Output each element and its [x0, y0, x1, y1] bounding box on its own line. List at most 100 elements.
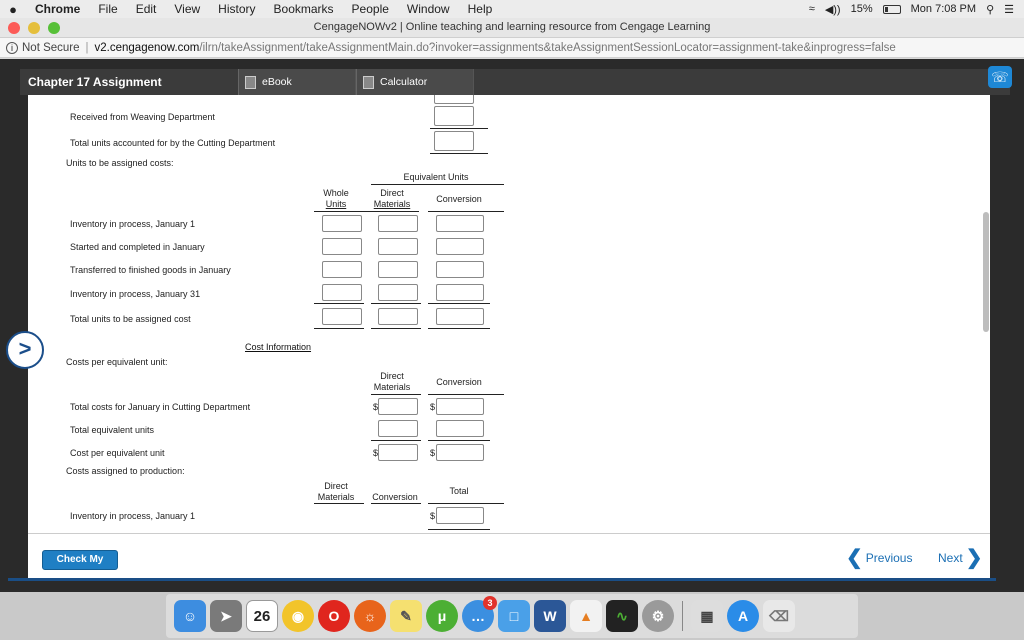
received-units-input[interactable] — [434, 106, 474, 126]
ebook-label: eBook — [262, 76, 292, 88]
calculator-button[interactable]: Calculator — [356, 69, 474, 95]
system-preferences-icon[interactable]: ⚙ — [642, 600, 674, 632]
inv-jan31-dm-input[interactable] — [378, 284, 418, 301]
expand-panel-arrow-icon[interactable]: > — [6, 331, 44, 369]
col-whole-units-header: Whole Units — [314, 188, 358, 210]
started-conv-input[interactable] — [436, 238, 484, 255]
next-button[interactable]: Next ❯ — [938, 548, 982, 568]
menu-window[interactable]: Window — [398, 2, 459, 16]
section-units-label: Units to be assigned costs: — [66, 158, 174, 168]
total-dm-input[interactable] — [378, 308, 418, 325]
scrollbar-thumb[interactable] — [983, 212, 989, 332]
volume-icon[interactable]: ◀)) — [825, 3, 841, 16]
inv-jan31-conv-input[interactable] — [436, 284, 484, 301]
menu-history[interactable]: History — [209, 2, 264, 16]
total-equiv-conv-input[interactable] — [436, 420, 484, 437]
dollar-sign: $ — [430, 448, 436, 458]
menu-file[interactable]: File — [89, 2, 126, 16]
menu-people[interactable]: People — [343, 2, 398, 16]
answer-box[interactable] — [434, 95, 474, 104]
menu-view[interactable]: View — [165, 2, 209, 16]
assigned-col-dm-line1: Direct — [324, 481, 348, 491]
section-costs-per-label: Costs per equivalent unit: — [66, 357, 168, 367]
col-direct-materials-header: Direct Materials — [370, 188, 414, 210]
started-whole-input[interactable] — [322, 238, 362, 255]
utorrent-icon[interactable]: μ — [426, 600, 458, 632]
clock[interactable]: Mon 7:08 PM — [911, 3, 976, 15]
launchpad-icon[interactable]: ➤ — [210, 600, 242, 632]
finder-icon[interactable]: ☺ — [174, 600, 206, 632]
started-dm-input[interactable] — [378, 238, 418, 255]
url-path[interactable]: /ilrn/takeAssignment/takeAssignmentMain.… — [199, 42, 895, 54]
menu-bookmarks[interactable]: Bookmarks — [265, 2, 343, 16]
opera-icon[interactable]: O — [318, 600, 350, 632]
col-dm-line2: Materials — [373, 199, 411, 209]
check-my-work-button[interactable]: Check My Work — [42, 550, 118, 583]
dollar-sign: $ — [430, 511, 436, 521]
trash-icon[interactable]: ⌫ — [763, 600, 795, 632]
col-whole-line2: Units — [325, 199, 347, 209]
calendar-icon[interactable]: 26 — [246, 600, 278, 632]
ebook-button[interactable]: eBook — [238, 69, 356, 95]
vlc-icon[interactable]: ▲ — [570, 600, 602, 632]
address-bar[interactable]: i Not Secure | v2.cengagenow.com /ilrn/t… — [0, 38, 1024, 58]
transferred-whole-input[interactable] — [322, 261, 362, 278]
total-equiv-dm-input[interactable] — [378, 420, 418, 437]
total-conv-input[interactable] — [436, 308, 484, 325]
downloads-stack-icon[interactable]: ▦ — [691, 600, 723, 632]
inv-jan1-dm-input[interactable] — [378, 215, 418, 232]
headset-icon[interactable]: ☏ — [988, 66, 1012, 88]
notes-icon[interactable]: ✎ — [390, 600, 422, 632]
total-accounted-input[interactable] — [434, 131, 474, 151]
book-icon — [245, 75, 256, 89]
row-total-accounted-label: Total units accounted for by the Cutting… — [70, 138, 276, 148]
cost-col-conversion-header: Conversion — [436, 377, 482, 387]
total-whole-input[interactable] — [322, 308, 362, 325]
assigned-col-conversion-header: Conversion — [372, 492, 418, 502]
preview-icon[interactable]: □ — [498, 600, 530, 632]
inv-jan1-whole-input[interactable] — [322, 215, 362, 232]
footer-accent-line — [8, 578, 996, 581]
calculator-icon — [363, 75, 374, 89]
total-costs-dm-input[interactable] — [378, 398, 418, 415]
inv-jan1-conv-input[interactable] — [436, 215, 484, 232]
assigned-inv-jan1-total-input[interactable] — [436, 507, 484, 524]
assigned-col-dm-header: Direct Materials — [314, 481, 358, 503]
messages-icon[interactable]: … 3 — [462, 596, 497, 632]
spotlight-icon[interactable]: ⚲ — [986, 3, 994, 16]
total-costs-conv-input[interactable] — [436, 398, 484, 415]
menu-edit[interactable]: Edit — [127, 2, 166, 16]
menu-help[interactable]: Help — [459, 2, 502, 16]
inv-jan31-whole-input[interactable] — [322, 284, 362, 301]
cost-per-dm-input[interactable] — [378, 444, 418, 461]
cost-information-link[interactable]: Cost Information — [245, 342, 311, 352]
battery-icon[interactable] — [882, 4, 901, 14]
previous-button[interactable]: ❮ Previous — [846, 548, 912, 568]
app-store-icon[interactable]: A — [727, 600, 759, 632]
window-titlebar: CengageNOWv2 | Online teaching and learn… — [0, 18, 1024, 38]
row-started-completed-label: Started and completed in January — [70, 242, 205, 252]
wifi-icon[interactable]: ≈ — [809, 3, 815, 15]
menu-chrome[interactable]: Chrome — [26, 2, 89, 16]
chrome-icon[interactable]: ◉ — [282, 600, 314, 632]
cost-col-dm-header: Direct Materials — [370, 371, 414, 393]
url-domain[interactable]: v2.cengagenow.com — [95, 42, 200, 54]
cost-per-conv-input[interactable] — [436, 444, 484, 461]
notification-center-icon[interactable]: ☰ — [1004, 3, 1014, 16]
info-icon[interactable]: i — [6, 41, 18, 54]
row-received-label: Received from Weaving Department — [70, 112, 215, 122]
assigned-col-total-header: Total — [449, 486, 469, 496]
word-icon[interactable]: W — [534, 600, 566, 632]
col-conversion-header: Conversion — [436, 194, 482, 204]
firefox-icon[interactable]: ☼ — [354, 600, 386, 632]
assignment-toolbar: Chapter 17 Assignment eBook Calculator — [20, 69, 1010, 95]
activity-monitor-icon[interactable]: ∿ — [606, 600, 638, 632]
equivalent-units-header: Equivalent Units — [403, 172, 469, 182]
cost-col-dm-line1: Direct — [380, 371, 404, 381]
transferred-conv-input[interactable] — [436, 261, 484, 278]
assignment-title: Chapter 17 Assignment — [28, 75, 162, 89]
security-label[interactable]: Not Secure — [22, 42, 80, 54]
apple-icon[interactable]: ● — [0, 2, 26, 17]
transferred-dm-input[interactable] — [378, 261, 418, 278]
col-dm-line1: Direct — [380, 188, 404, 198]
